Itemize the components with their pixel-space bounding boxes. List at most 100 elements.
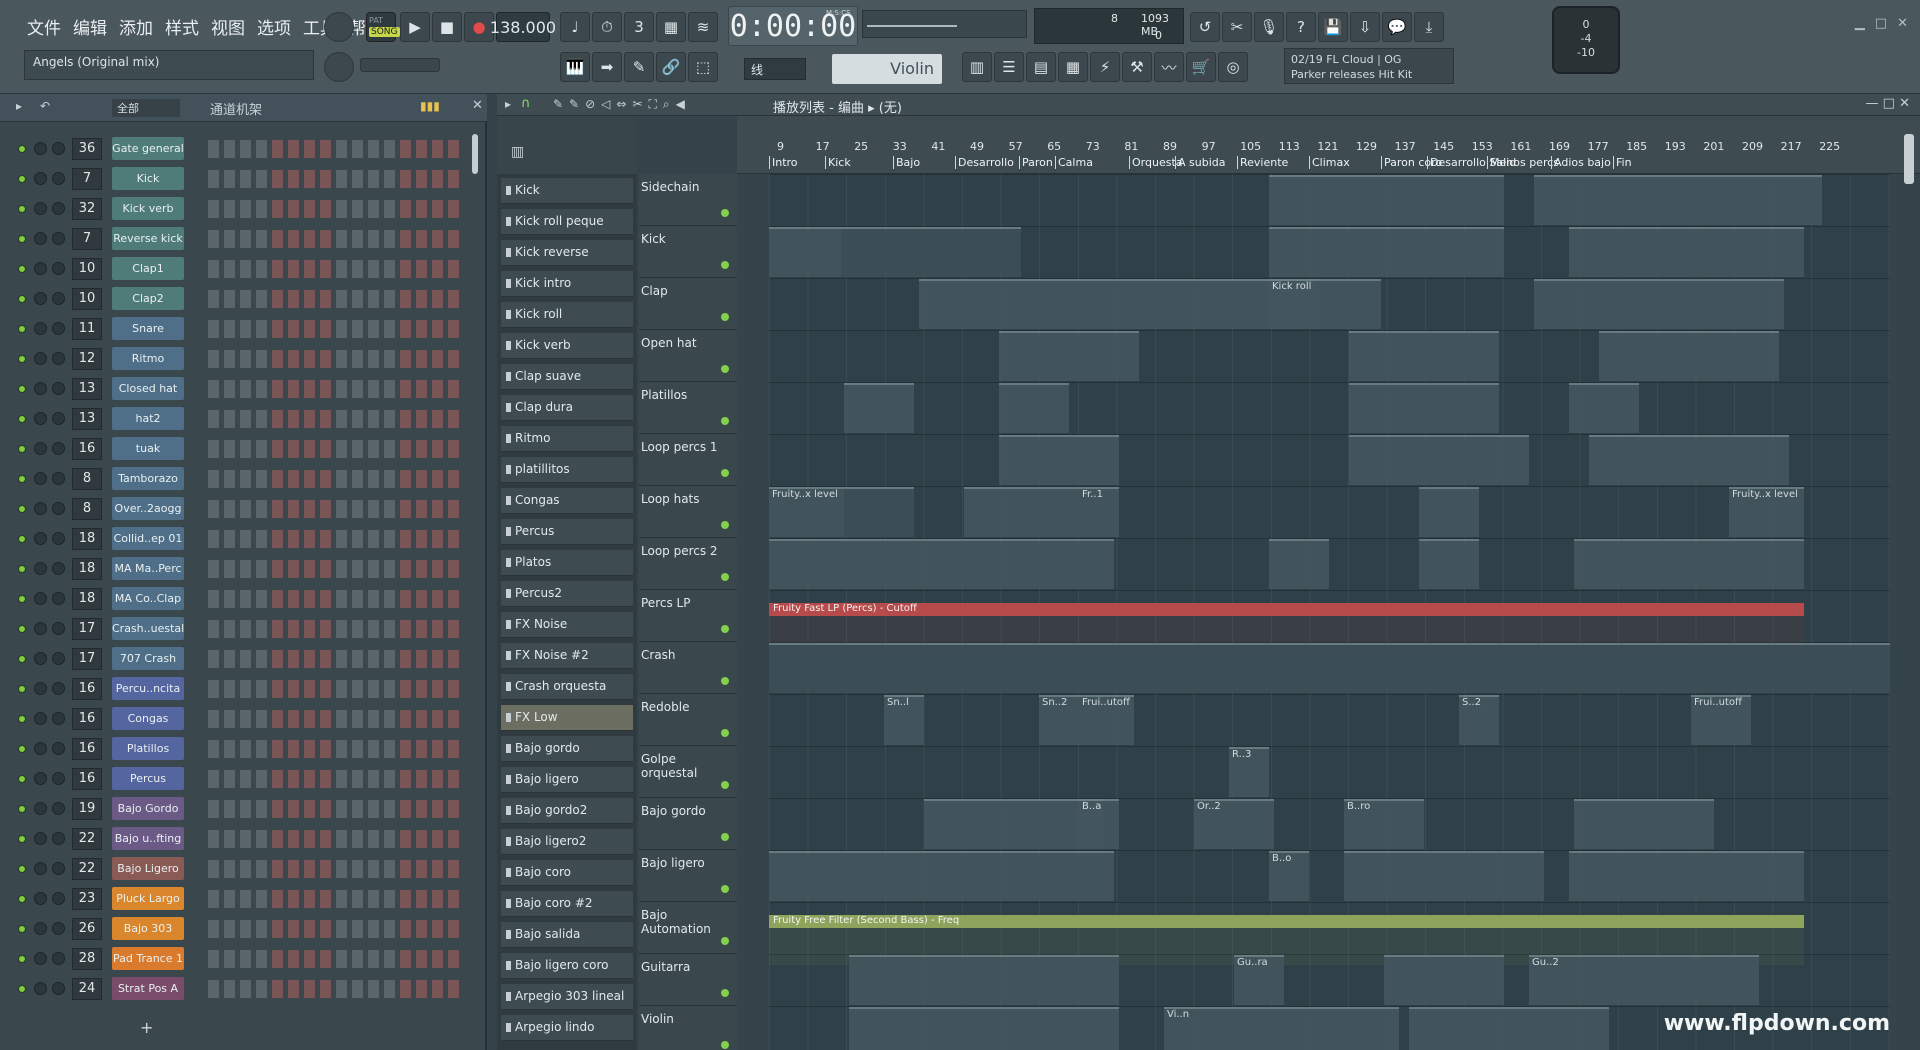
render-button[interactable]: ⇩ [1350,12,1380,42]
step-sequencer[interactable] [208,980,464,998]
step-edit-button[interactable]: ▦ [656,12,686,42]
pattern-clip[interactable] [841,227,1021,277]
pattern-clip[interactable]: B..o [1269,851,1309,901]
pattern-clip[interactable] [1269,227,1504,277]
track-header[interactable]: Bajo ligero [639,850,737,902]
tempo-display[interactable]: 138.000 [490,12,556,42]
channel-volume-knob[interactable] [52,652,65,665]
channel-volume-knob[interactable] [52,472,65,485]
menu-patterns[interactable]: 样式 [162,14,202,39]
channel-volume-knob[interactable] [52,622,65,635]
pattern-item[interactable]: Percus [501,519,633,545]
channel-name-button[interactable]: Tamborazo [112,467,184,490]
track-header[interactable]: Redoble [639,694,737,746]
cut-button[interactable]: ✂ [1222,12,1252,42]
pattern-item[interactable]: Congas [501,488,633,514]
channel-row[interactable]: 16 Percu..ncita [0,674,470,704]
edison-button[interactable]: 〰 [1154,52,1184,82]
channel-volume-knob[interactable] [52,772,65,785]
step-sequencer[interactable] [208,530,464,548]
channel-name-button[interactable]: Collid..ep 01 [112,527,184,550]
playlist-scrollbar[interactable] [1904,134,1914,184]
channel-mixer-track[interactable]: 19 [72,798,102,820]
rack-undo-icon[interactable]: ↶ [40,99,50,113]
step-sequencer[interactable] [208,260,464,278]
channel-row[interactable]: 16 tuak [0,434,470,464]
pattern-clip[interactable] [1579,955,1759,1005]
channel-mute-led[interactable] [18,445,26,453]
channel-rack-button[interactable]: ☰ [994,52,1024,82]
step-sequencer[interactable] [208,380,464,398]
close-icon[interactable]: ✕ [1897,16,1908,31]
section-marker[interactable]: Paron [1019,156,1053,169]
pattern-clip[interactable] [1419,487,1479,537]
channel-name-button[interactable]: Bajo 303 [112,917,184,940]
channel-mute-led[interactable] [18,895,26,903]
step-sequencer[interactable] [208,650,464,668]
channel-name-button[interactable]: hat2 [112,407,184,430]
section-marker[interactable]: Reviente [1237,156,1288,169]
channel-volume-knob[interactable] [52,802,65,815]
section-marker[interactable]: Calma [1055,156,1093,169]
pattern-item[interactable]: Kick roll [501,302,633,328]
pattern-item[interactable]: Arpegio lindo [501,1015,633,1041]
channel-mixer-track[interactable]: 13 [72,408,102,430]
channel-volume-knob[interactable] [52,352,65,365]
menu-add[interactable]: 添加 [116,14,156,39]
pattern-clip[interactable] [1574,799,1714,849]
pattern-clip[interactable] [1349,331,1499,381]
channel-pan-knob[interactable] [34,922,47,935]
pattern-clip[interactable] [1534,279,1784,329]
track-enable-led[interactable] [721,677,729,685]
arrangement-grid[interactable]: Kick roll Fruity..x level Fr..1 Fruity..x l… [769,174,1890,1050]
channel-pan-knob[interactable] [34,682,47,695]
menu-view[interactable]: 视图 [208,14,248,39]
channel-mute-led[interactable] [18,235,26,243]
channel-mixer-track[interactable]: 12 [72,348,102,370]
pattern-item[interactable]: Kick [501,178,633,204]
record-audio-button[interactable]: 🎙 [1254,12,1284,42]
channel-pan-knob[interactable] [34,352,47,365]
channel-mixer-track[interactable]: 22 [72,828,102,850]
pattern-clip[interactable] [769,851,1114,901]
channel-volume-knob[interactable] [52,202,65,215]
channel-volume-knob[interactable] [52,262,65,275]
channel-pan-knob[interactable] [34,982,47,995]
pattern-clip[interactable] [769,539,1114,589]
pattern-item[interactable]: Platos [501,550,633,576]
track-header[interactable]: Clap [639,278,737,330]
channel-pan-knob[interactable] [34,772,47,785]
step-sequencer[interactable] [208,290,464,308]
channel-mixer-track[interactable]: 7 [72,228,102,250]
channel-name-button[interactable]: Percus [112,767,184,790]
metronome-button[interactable]: ♩ [560,12,590,42]
pattern-clip[interactable] [849,1007,1119,1050]
channel-mixer-track[interactable]: 18 [72,558,102,580]
step-sequencer[interactable] [208,770,464,788]
section-marker[interactable]: A subida [1175,156,1226,169]
channel-name-button[interactable]: tuak [112,437,184,460]
channel-row[interactable]: 13 Closed hat [0,374,470,404]
channel-volume-knob[interactable] [52,532,65,545]
maximize-icon[interactable]: □ [1875,16,1887,31]
track-enable-led[interactable] [721,625,729,633]
pattern-item[interactable]: Crash orquesta [501,674,633,700]
pattern-item[interactable]: Bajo salida [501,922,633,948]
track-enable-led[interactable] [721,521,729,529]
channel-mixer-track[interactable]: 10 [72,288,102,310]
channel-volume-knob[interactable] [52,712,65,725]
pattern-clip[interactable]: Vi..n [1164,1007,1199,1050]
pattern-clip[interactable] [924,799,1104,849]
pattern-clip[interactable]: Sn..l [884,695,924,745]
pattern-clip[interactable] [1569,227,1804,277]
channel-pan-knob[interactable] [34,592,47,605]
arrow-button[interactable]: ➡ [592,52,622,82]
pattern-clip[interactable] [999,383,1069,433]
pattern-clip[interactable]: Gu..2 [1529,955,1579,1005]
pattern-clip[interactable] [844,487,914,537]
channel-name-button[interactable]: 707 Crash [112,647,184,670]
section-marker[interactable]: Fin [1613,156,1632,169]
channel-mixer-track[interactable]: 8 [72,468,102,490]
pattern-clip[interactable] [1349,435,1529,485]
channel-mute-led[interactable] [18,865,26,873]
